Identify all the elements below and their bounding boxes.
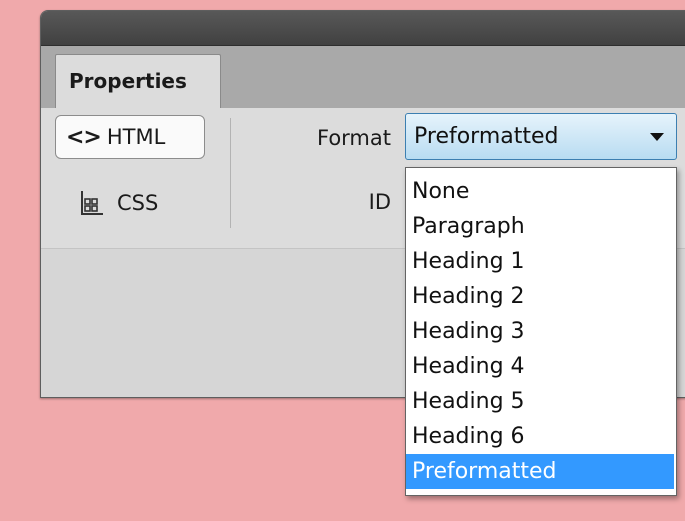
format-option-heading-5[interactable]: Heading 5: [406, 384, 676, 419]
chevron-down-icon[interactable]: [650, 132, 664, 141]
html-mode-button[interactable]: <> HTML: [55, 115, 205, 159]
format-option-heading-1[interactable]: Heading 1: [406, 244, 676, 279]
format-option-preformatted[interactable]: Preformatted: [406, 454, 674, 489]
format-option-heading-4[interactable]: Heading 4: [406, 349, 676, 384]
format-option-heading-2[interactable]: Heading 2: [406, 279, 676, 314]
css-mode-button[interactable]: CSS: [77, 188, 158, 218]
tab-strip: Properties: [41, 46, 685, 109]
code-brackets-icon: <>: [66, 124, 102, 150]
format-option-paragraph[interactable]: Paragraph: [406, 209, 676, 244]
format-select-value: Preformatted: [414, 124, 559, 149]
format-option-heading-3[interactable]: Heading 3: [406, 314, 676, 349]
id-label: ID: [368, 190, 391, 214]
format-option-heading-6[interactable]: Heading 6: [406, 419, 676, 454]
panel-titlebar[interactable]: [41, 11, 685, 46]
format-select[interactable]: Preformatted: [405, 113, 677, 160]
mode-divider: [230, 118, 231, 228]
tab-properties[interactable]: Properties: [55, 54, 221, 108]
tab-properties-label: Properties: [69, 69, 187, 93]
css-grid-icon: [81, 191, 103, 215]
html-mode-label: HTML: [106, 125, 166, 149]
format-option-none[interactable]: None: [406, 174, 676, 209]
css-mode-label: CSS: [117, 191, 159, 215]
format-dropdown-list: None Paragraph Heading 1 Heading 2 Headi…: [405, 167, 677, 496]
format-label: Format: [316, 126, 391, 150]
